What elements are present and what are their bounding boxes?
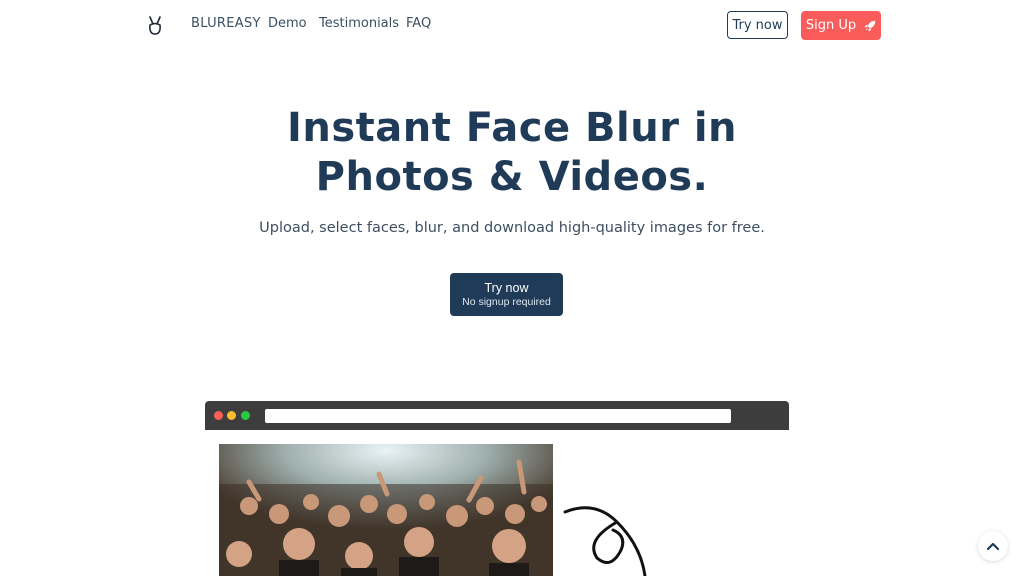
nav-link-demo[interactable]: Demo xyxy=(268,16,307,31)
try-now-nav-button[interactable]: Try now xyxy=(727,11,788,39)
hero-title-line1: Instant Face Blur in xyxy=(286,105,738,151)
decorative-squiggle-arrow xyxy=(563,506,647,576)
chevron-up-icon xyxy=(986,542,1000,551)
try-now-cta-button[interactable]: Try now No signup required xyxy=(450,273,563,316)
window-maximize-dot xyxy=(241,411,250,420)
top-navigation: BLUREASY Demo Testimonials FAQ Try now S… xyxy=(0,0,1024,50)
hero-subtitle: Upload, select faces, blur, and download… xyxy=(259,220,765,236)
cta-sub-label: No signup required xyxy=(462,295,551,308)
brand-name-link[interactable]: BLUREASY xyxy=(191,16,261,31)
nav-link-faq[interactable]: FAQ xyxy=(406,16,431,31)
window-minimize-dot xyxy=(227,411,236,420)
crowd-photo-illustration xyxy=(219,444,553,576)
demo-crowd-photo xyxy=(219,444,553,576)
address-bar xyxy=(265,409,731,423)
hero-title-line2: Photos & Videos. xyxy=(315,154,709,200)
nav-link-testimonials[interactable]: Testimonials xyxy=(319,16,399,31)
window-close-dot xyxy=(214,411,223,420)
hero-title: Instant Face Blur in Photos & Videos. xyxy=(212,104,812,202)
scroll-to-top-button[interactable] xyxy=(978,531,1008,561)
cta-main-label: Try now xyxy=(484,280,529,295)
browser-mockup-toolbar xyxy=(205,401,789,430)
sign-up-button[interactable]: Sign Up xyxy=(801,11,881,40)
logo-icon[interactable] xyxy=(146,14,164,36)
rocket-icon xyxy=(864,20,876,32)
sign-up-label: Sign Up xyxy=(805,18,857,33)
